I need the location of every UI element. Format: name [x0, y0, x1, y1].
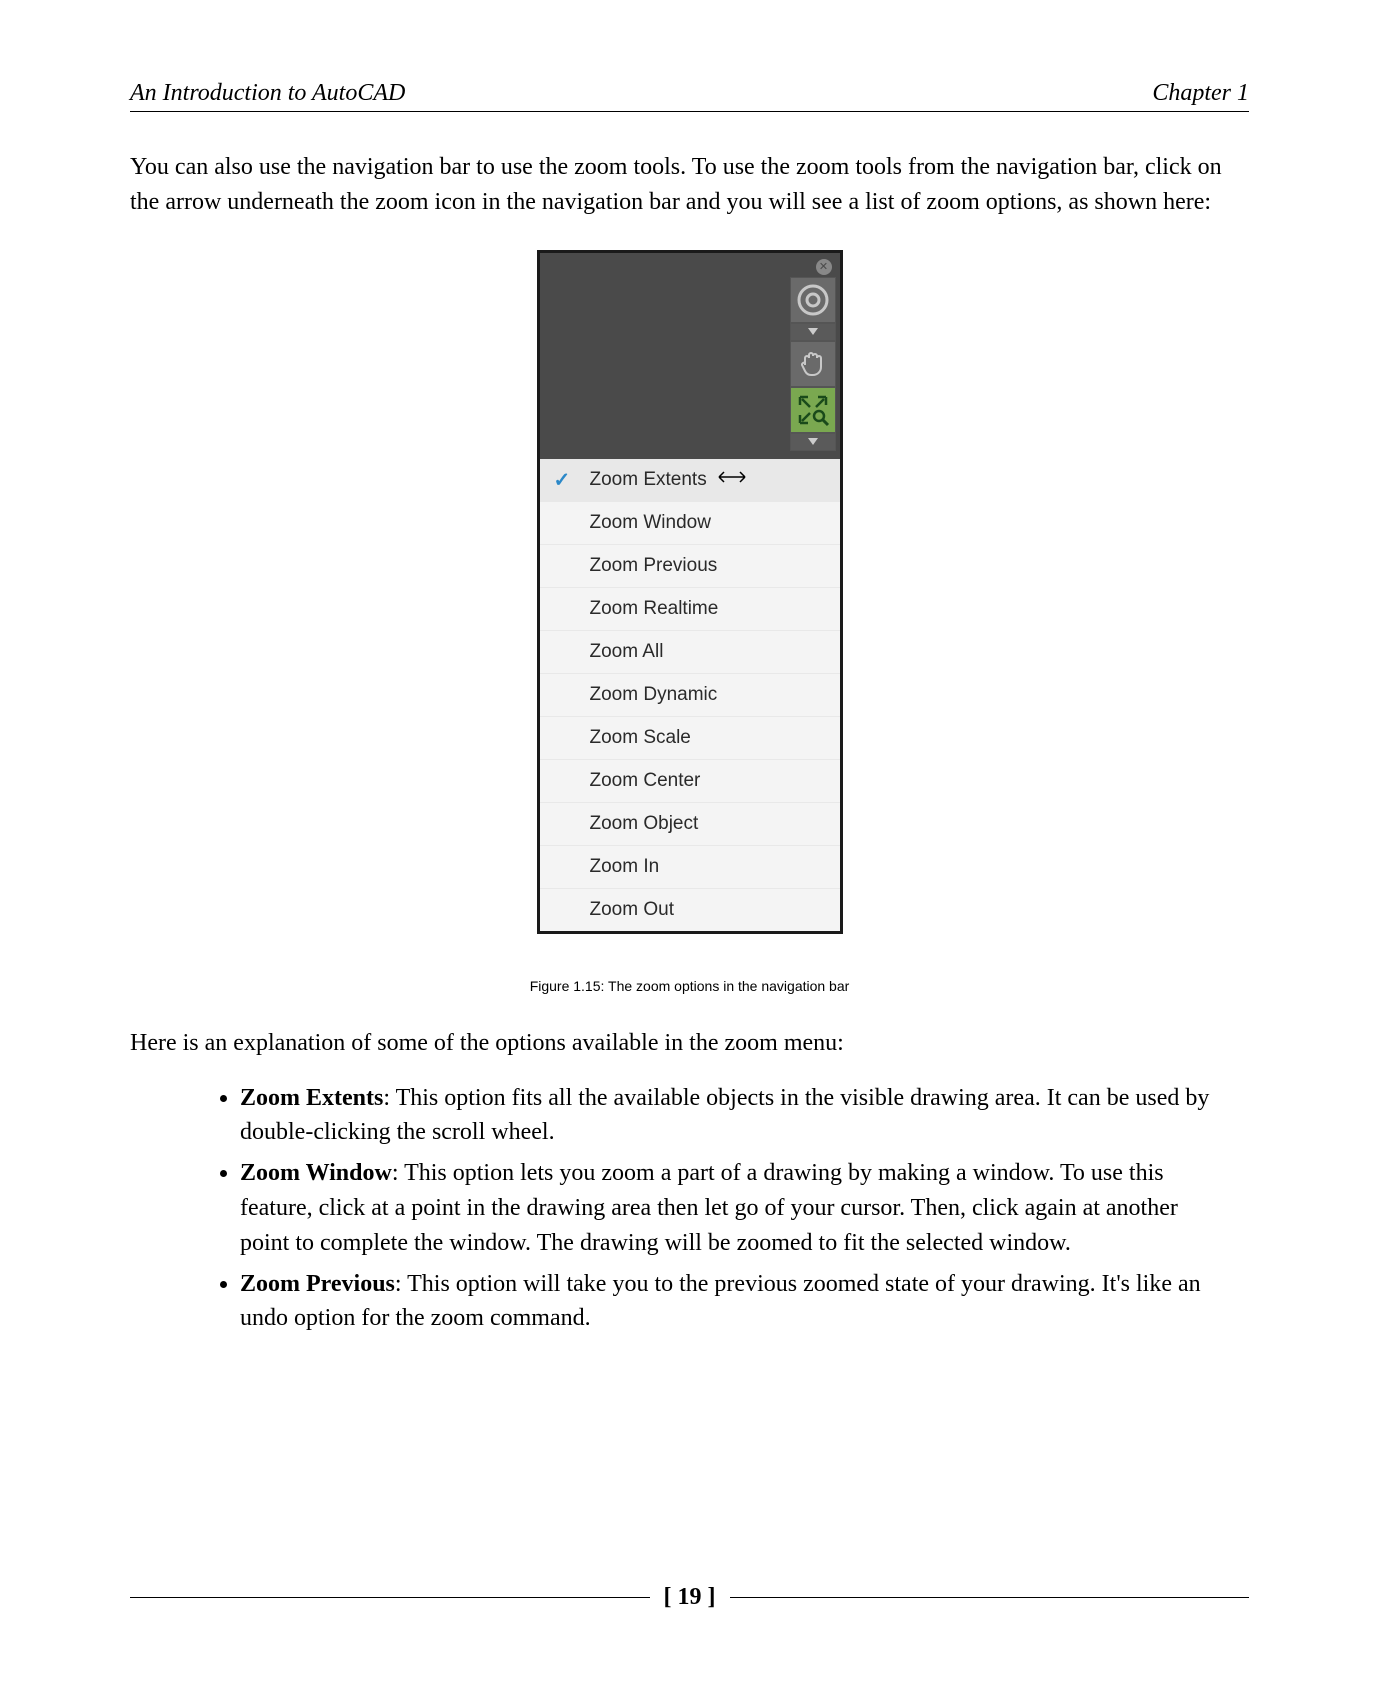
- page-footer: [ 19 ]: [130, 1584, 1249, 1611]
- menu-item-label: Zoom Realtime: [590, 598, 719, 620]
- zoom-menu-item[interactable]: Zoom Realtime: [540, 587, 840, 630]
- menu-item-label: Zoom Center: [590, 770, 701, 792]
- book-title: An Introduction to AutoCAD: [130, 80, 405, 107]
- menu-item-label: Zoom Window: [590, 512, 711, 534]
- menu-item-label: Zoom Extents: [590, 469, 707, 491]
- check-icon: ✓: [554, 467, 571, 492]
- zoom-menu-item[interactable]: Zoom Previous: [540, 544, 840, 587]
- page-header: An Introduction to AutoCAD Chapter 1: [130, 80, 1249, 112]
- footer-line-left: [130, 1597, 650, 1599]
- zoom-menu-item[interactable]: Zoom Scale: [540, 716, 840, 759]
- page: An Introduction to AutoCAD Chapter 1 You…: [0, 0, 1379, 1701]
- zoom-menu-item[interactable]: Zoom Center: [540, 759, 840, 802]
- dropdown-icon[interactable]: [790, 323, 836, 341]
- menu-item-label: Zoom Object: [590, 813, 699, 835]
- zoom-menu-item[interactable]: Zoom Dynamic: [540, 673, 840, 716]
- menu-item-label: Zoom All: [590, 641, 664, 663]
- navbar-icon-column: [790, 277, 834, 451]
- page-number: [ 19 ]: [650, 1584, 730, 1611]
- menu-item-label: Zoom Previous: [590, 555, 718, 577]
- explain-intro: Here is an explanation of some of the op…: [130, 1030, 1249, 1057]
- explanation-list: Zoom Extents: This option fits all the a…: [130, 1081, 1249, 1337]
- zoom-menu-item[interactable]: Zoom Object: [540, 802, 840, 845]
- zoom-menu-item[interactable]: Zoom In: [540, 845, 840, 888]
- explanation-item: Zoom Extents: This option fits all the a…: [240, 1081, 1249, 1151]
- explanation-term: Zoom Previous: [240, 1271, 395, 1297]
- zoom-menu-item[interactable]: ✓ Zoom Extents: [540, 459, 840, 501]
- explanation-term: Zoom Window: [240, 1160, 392, 1186]
- zoom-menu-item[interactable]: Zoom Out: [540, 888, 840, 931]
- navbar-background: ✕: [540, 253, 840, 459]
- figure-caption: Figure 1.15: The zoom options in the nav…: [130, 978, 1249, 994]
- explanation-term: Zoom Extents: [240, 1085, 383, 1111]
- steering-wheel-icon[interactable]: [790, 277, 836, 323]
- cursor-icon: [717, 469, 747, 491]
- chapter-label: Chapter 1: [1152, 80, 1249, 107]
- zoom-menu-item[interactable]: Zoom Window: [540, 501, 840, 544]
- footer-line-right: [730, 1597, 1250, 1599]
- navigation-bar-figure: ✕: [537, 250, 843, 934]
- explanation-item: Zoom Window: This option lets you zoom a…: [240, 1156, 1249, 1260]
- explanation-item: Zoom Previous: This option will take you…: [240, 1267, 1249, 1337]
- dropdown-icon[interactable]: [790, 433, 836, 451]
- zoom-extents-icon[interactable]: [790, 387, 836, 433]
- menu-item-label: Zoom Out: [590, 899, 674, 921]
- pan-hand-icon[interactable]: [790, 341, 836, 387]
- zoom-menu-item[interactable]: Zoom All: [540, 630, 840, 673]
- menu-item-label: Zoom In: [590, 856, 660, 878]
- zoom-menu-list: ✓ Zoom Extents Zoom Window Zoom Previous Zoo…: [540, 459, 840, 931]
- menu-item-label: Zoom Dynamic: [590, 684, 718, 706]
- menu-item-label: Zoom Scale: [590, 727, 691, 749]
- close-icon[interactable]: ✕: [816, 259, 832, 275]
- intro-paragraph: You can also use the navigation bar to u…: [130, 150, 1249, 220]
- figure-container: ✕: [130, 250, 1249, 934]
- explanation-desc: : This option fits all the available obj…: [240, 1085, 1209, 1146]
